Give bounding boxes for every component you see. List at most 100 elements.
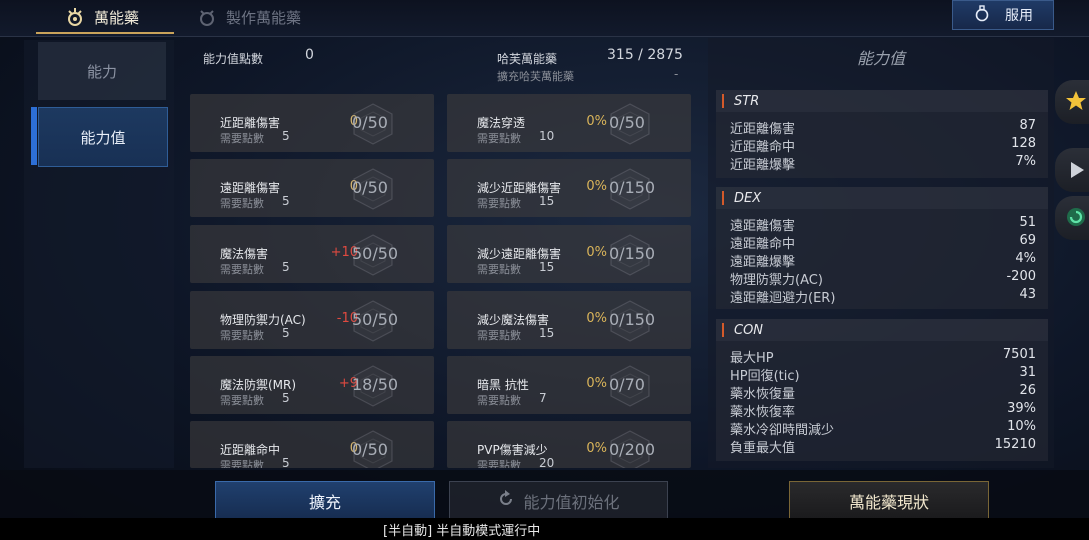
tab-craft-elixir[interactable]: 製作萬能藥 xyxy=(194,0,301,34)
stat-card-req-label: 需要點數 xyxy=(477,263,521,276)
section-header: DEX xyxy=(716,187,1048,209)
stat-section-str: STR 近距離傷害 87 近距離命中 128 近距離爆擊 7% xyxy=(716,90,1048,178)
stat-card-name: 暗黑 抗性 xyxy=(477,378,529,392)
stat-row: 近距離傷害 87 xyxy=(730,118,1036,137)
stat-card[interactable]: 遠距離傷害需要點數500/50 xyxy=(190,159,434,217)
menu-item-label: 能力值 xyxy=(80,128,126,147)
stat-card-name: 物理防禦力(AC) xyxy=(220,313,306,327)
stat-card-level: 0/50 xyxy=(609,113,645,132)
stat-card-req-label: 需要點數 xyxy=(220,197,264,210)
expand-potion-value: - xyxy=(674,67,679,81)
side-swirl-button[interactable] xyxy=(1055,196,1089,240)
stat-card-req-value: 7 xyxy=(539,391,547,405)
stat-card-level: 50/50 xyxy=(352,310,399,329)
stat-card-level: 0/70 xyxy=(609,375,645,394)
use-button-label: 服用 xyxy=(1005,8,1033,24)
stat-card[interactable]: 暗黑 抗性需要點數 7 0% 0/70 xyxy=(447,356,691,414)
stat-card-req-label: 需要點數 xyxy=(477,329,521,342)
stat-row: HP回復(tic) 31 xyxy=(730,365,1036,384)
stat-row: 最大HP 7501 xyxy=(730,347,1036,366)
section-name: DEX xyxy=(734,190,762,206)
stat-card[interactable]: 減少魔法傷害 需要點數 15 0% 0/150 xyxy=(447,291,691,349)
section-name: STR xyxy=(734,93,760,109)
section-name: CON xyxy=(734,322,764,338)
stat-card-req-label: 需要點數 xyxy=(220,394,264,407)
menu-item-ability[interactable]: 能力 xyxy=(38,42,166,100)
stat-row: 物理防禦力(AC) -200 xyxy=(730,269,1036,288)
section-header: STR xyxy=(716,90,1048,112)
menu-active-indicator xyxy=(31,107,37,165)
stat-row: 藥水冷卻時間減少 10% xyxy=(730,419,1036,438)
stat-card-req-value: 5 xyxy=(282,260,290,274)
points-label: 能力值點數 xyxy=(203,52,264,66)
stat-card-req-label: 需要點數 xyxy=(477,459,521,468)
stat-row: 遠距離爆擊 4% xyxy=(730,251,1036,270)
stat-row: 近距離爆擊 7% xyxy=(730,154,1036,173)
stat-card-req-label: 需要點數 xyxy=(220,459,264,468)
side-play-button[interactable] xyxy=(1055,148,1089,192)
stat-card-name: 近距離傷害 xyxy=(220,116,281,130)
stat-card-req-value: 15 xyxy=(539,326,555,340)
stat-card-bonus: 0% xyxy=(586,376,607,391)
stat-card-level: 0/50 xyxy=(352,113,388,132)
stat-card-req-label: 需要點數 xyxy=(220,263,264,276)
stat-card[interactable]: 魔法防禦(MR) 需要點數 5 +9 18/50 xyxy=(190,356,434,414)
stat-card-name: 遠距離傷害 xyxy=(220,181,281,195)
stat-card-level: 18/50 xyxy=(352,375,399,394)
stat-card[interactable]: 減少近距離傷害 需要點數 15 0% 0/150 xyxy=(447,159,691,217)
potion-value: 315 / 2875 xyxy=(607,47,683,63)
stat-card-level: 0/150 xyxy=(609,244,656,263)
auto-mode-bar xyxy=(0,518,1089,540)
stat-card-bonus: 0% xyxy=(586,441,607,456)
play-icon xyxy=(1067,160,1087,184)
tab-craft-label: 製作萬能藥 xyxy=(226,8,302,27)
use-button[interactable]: 服用 xyxy=(952,0,1054,30)
stat-card-level: 50/50 xyxy=(352,244,399,263)
reset-stats-button[interactable]: 能力值初始化 xyxy=(449,481,668,521)
stat-card-name: PVP傷害減少 xyxy=(477,443,548,457)
stat-card-level: 0/50 xyxy=(352,440,388,459)
stat-card[interactable]: 近距離命中需要點數500/50 xyxy=(190,421,434,468)
elixir-emblem-icon xyxy=(62,4,88,30)
stat-card-req-value: 20 xyxy=(539,456,555,468)
potion-label: 哈芙萬能藥 xyxy=(497,52,558,66)
stat-row: 遠距離迴避力(ER) 43 xyxy=(730,287,1036,306)
elixir-status-button[interactable]: 萬能藥現狀 xyxy=(789,481,989,521)
stat-card-bonus: 0% xyxy=(586,179,607,194)
stat-card[interactable]: 魔法穿透 需要點數 10 0% 0/50 xyxy=(447,94,691,152)
reset-button-label: 能力值初始化 xyxy=(523,493,620,512)
left-menu xyxy=(24,40,174,468)
expand-button[interactable]: 擴充 xyxy=(215,481,435,521)
stat-card-req-value: 10 xyxy=(539,129,555,143)
stat-card-req-value: 15 xyxy=(539,260,555,274)
stat-section-con: CON 最大HP 7501 HP回復(tic) 31 藥水恢復量 26 藥水恢復率 39… xyxy=(716,319,1048,461)
stat-card-req-value: 5 xyxy=(282,129,290,143)
stat-card-req-label: 需要點數 xyxy=(477,394,521,407)
stat-card[interactable]: 物理防禦力(AC) 需要點數 5 -10 50/50 xyxy=(190,291,434,349)
stat-card-req-value: 15 xyxy=(539,194,555,208)
stat-card-req-value: 5 xyxy=(282,194,290,208)
tab-elixir[interactable]: 萬能藥 xyxy=(62,0,139,34)
stat-card[interactable]: 近距離傷害需要點數500/50 xyxy=(190,94,434,152)
stat-card[interactable]: 減少遠距離傷害 需要點數 15 0% 0/150 xyxy=(447,225,691,283)
stat-card-name: 魔法傷害 xyxy=(220,247,269,261)
menu-item-stats[interactable]: 能力值 xyxy=(38,107,168,167)
stat-card[interactable]: 魔法傷害 需要點數 5 +10 50/50 xyxy=(190,225,434,283)
stat-row: 藥水恢復量 26 xyxy=(730,383,1036,402)
stat-card-req-label: 需要點數 xyxy=(477,197,521,210)
stat-card-bonus: 0% xyxy=(586,114,607,129)
stat-row: 近距離命中 128 xyxy=(730,136,1036,155)
stat-card-req-label: 需要點數 xyxy=(220,132,264,145)
stat-card-bonus: 0% xyxy=(586,311,607,326)
stat-card-level: 0/200 xyxy=(609,440,656,459)
tab-elixir-label: 萬能藥 xyxy=(94,8,140,27)
stat-card[interactable]: PVP傷害減少需要點數 20 0% 0/200 xyxy=(447,421,691,468)
stat-card-name: 近距離命中 xyxy=(220,443,281,457)
points-value: 0 xyxy=(305,47,314,63)
expand-button-label: 擴充 xyxy=(308,493,341,512)
side-star-button[interactable] xyxy=(1055,80,1089,124)
section-header: CON xyxy=(716,319,1048,341)
stats-panel-title: 能力值 xyxy=(856,49,905,68)
star-icon xyxy=(1065,90,1087,116)
potion-icon xyxy=(973,4,991,26)
